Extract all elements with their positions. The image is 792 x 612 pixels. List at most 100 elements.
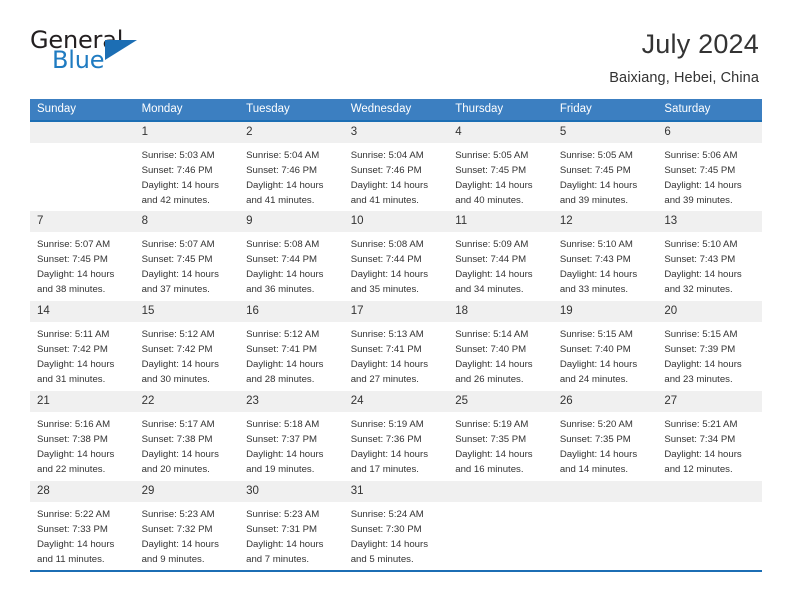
day-details [30,143,135,148]
daylight-text-line2: and 11 minutes. [37,554,105,566]
sunset-text: Sunset: 7:40 PM [559,343,631,355]
day-number: 5 [552,121,658,143]
calendar-day-cell[interactable]: 27 Sunrise: 5:21 AM Sunset: 7:34 PM Dayligh… [657,389,762,480]
daylight-text-line2: and 9 minutes. [141,554,205,566]
sunrise-text: Sunrise: 5:21 AM [664,418,738,430]
daylight-text-line2: and 39 minutes. [664,195,733,207]
calendar-day-cell[interactable]: 2 Sunrise: 5:04 AM Sunset: 7:46 PM Daylight… [239,119,344,210]
day-details: Sunrise: 5:04 AM Sunset: 7:46 PM Daylight:… [239,143,344,209]
calendar-day-cell[interactable]: 23 Sunrise: 5:18 AM Sunset: 7:37 PM Dayligh… [239,389,344,480]
page-title: July 2024 [641,29,759,59]
daylight-text-line2: and 26 minutes. [455,374,524,386]
day-number: 8 [134,210,240,232]
day-number: 25 [448,390,553,412]
sunset-text: Sunset: 7:46 PM [141,164,213,176]
day-details: Sunrise: 5:23 AM Sunset: 7:32 PM Daylight:… [135,502,240,568]
daylight-text-line1: Daylight: 14 hours [246,269,324,280]
calendar-day-cell[interactable]: 30 Sunrise: 5:23 AM Sunset: 7:31 PM Dayligh… [239,479,344,570]
day-number: 29 [134,480,240,502]
calendar-day-cell[interactable]: 14 Sunrise: 5:11 AM Sunset: 7:42 PM Dayligh… [30,299,135,390]
daylight-text-line1: Daylight: 14 hours [455,449,533,460]
sunset-text: Sunset: 7:39 PM [664,343,736,355]
calendar-day-cell[interactable]: 18 Sunrise: 5:14 AM Sunset: 7:40 PM Dayligh… [448,299,553,390]
daylight-text-line1: Daylight: 14 hours [246,180,324,191]
calendar-body: 1 Sunrise: 5:03 AM Sunset: 7:46 PM Daylight… [30,119,762,572]
daylight-text-line2: and 16 minutes. [455,464,524,476]
daylight-text-line1: Daylight: 14 hours [37,359,115,370]
calendar-day-cell[interactable]: 26 Sunrise: 5:20 AM Sunset: 7:35 PM Dayligh… [552,389,658,480]
calendar-bottom-rule [30,569,762,572]
daylight-text-line1: Daylight: 14 hours [350,269,429,280]
day-details: Sunrise: 5:16 AM Sunset: 7:38 PM Daylight:… [30,412,135,478]
daylight-text-line1: Daylight: 14 hours [664,180,742,191]
daylight-text-line2: and 40 minutes. [455,195,524,207]
day-details [657,502,762,507]
sunset-text: Sunset: 7:45 PM [141,253,213,265]
calendar-day-cell[interactable]: 31 Sunrise: 5:24 AM Sunset: 7:30 PM Dayligh… [343,479,449,570]
day-number: 9 [239,210,344,232]
calendar-day-cell[interactable]: 29 Sunrise: 5:23 AM Sunset: 7:32 PM Dayligh… [134,479,240,570]
sunset-text: Sunset: 7:45 PM [455,164,527,176]
day-number: 12 [552,210,658,232]
calendar-week-row: 1 Sunrise: 5:03 AM Sunset: 7:46 PM Daylight… [30,119,762,210]
calendar-bottom-rule-row [30,569,762,572]
day-number: 26 [552,390,658,412]
calendar-day-cell[interactable]: 6 Sunrise: 5:06 AM Sunset: 7:45 PM Daylight… [657,119,762,210]
daylight-text-line1: Daylight: 14 hours [37,269,115,280]
calendar-day-cell[interactable]: 13 Sunrise: 5:10 AM Sunset: 7:43 PM Dayligh… [657,209,762,300]
calendar-day-cell[interactable]: 21 Sunrise: 5:16 AM Sunset: 7:38 PM Dayligh… [30,389,135,480]
calendar-day-cell[interactable]: 4 Sunrise: 5:05 AM Sunset: 7:45 PM Daylight… [448,119,553,210]
day-details: Sunrise: 5:06 AM Sunset: 7:45 PM Daylight:… [657,143,762,209]
calendar-day-cell[interactable]: 1 Sunrise: 5:03 AM Sunset: 7:46 PM Daylight… [134,119,240,210]
daylight-text-line2: and 41 minutes. [246,195,315,207]
calendar-day-cell[interactable]: 11 Sunrise: 5:09 AM Sunset: 7:44 PM Dayligh… [448,209,553,300]
sunset-text: Sunset: 7:40 PM [455,343,527,355]
weekday-header-friday: Friday [552,98,658,120]
sunset-text: Sunset: 7:35 PM [559,433,631,445]
calendar-day-cell[interactable]: 5 Sunrise: 5:05 AM Sunset: 7:45 PM Daylight… [552,119,658,210]
calendar-day-cell[interactable]: 10 Sunrise: 5:08 AM Sunset: 7:44 PM Dayligh… [343,209,449,300]
daylight-text-line1: Daylight: 14 hours [559,269,638,280]
calendar-day-cell[interactable]: 24 Sunrise: 5:19 AM Sunset: 7:36 PM Dayligh… [343,389,449,480]
day-details: Sunrise: 5:20 AM Sunset: 7:35 PM Daylight:… [553,412,658,478]
calendar-day-cell[interactable]: 16 Sunrise: 5:12 AM Sunset: 7:41 PM Dayligh… [239,299,344,390]
day-number [30,121,135,143]
brand-logo[interactable]: General Blue [30,28,145,78]
calendar-day-cell[interactable]: 28 Sunrise: 5:22 AM Sunset: 7:33 PM Dayligh… [30,479,135,570]
day-number: 13 [657,210,762,232]
daylight-text-line2: and 5 minutes. [350,554,414,566]
sunrise-text: Sunrise: 5:23 AM [246,508,320,520]
daylight-text-line1: Daylight: 14 hours [350,359,429,370]
daylight-text-line1: Daylight: 14 hours [559,449,638,460]
calendar-day-cell[interactable]: 3 Sunrise: 5:04 AM Sunset: 7:46 PM Daylight… [343,119,449,210]
day-details: Sunrise: 5:12 AM Sunset: 7:42 PM Daylight:… [135,322,240,388]
daylight-text-line1: Daylight: 14 hours [246,449,324,460]
calendar-day-cell[interactable]: 25 Sunrise: 5:19 AM Sunset: 7:35 PM Dayligh… [448,389,553,480]
calendar-day-cell[interactable]: 15 Sunrise: 5:12 AM Sunset: 7:42 PM Dayligh… [134,299,240,390]
calendar-day-cell[interactable]: 17 Sunrise: 5:13 AM Sunset: 7:41 PM Dayligh… [343,299,449,390]
calendar-day-cell[interactable]: 20 Sunrise: 5:15 AM Sunset: 7:39 PM Dayligh… [657,299,762,390]
calendar-day-cell[interactable]: 12 Sunrise: 5:10 AM Sunset: 7:43 PM Dayligh… [552,209,658,300]
sunset-text: Sunset: 7:45 PM [37,253,108,265]
calendar-day-cell[interactable]: 7 Sunrise: 5:07 AM Sunset: 7:45 PM Daylight… [30,209,135,300]
calendar-day-cell[interactable]: 9 Sunrise: 5:08 AM Sunset: 7:44 PM Daylight… [239,209,344,300]
day-details [553,502,658,507]
weekday-header-tuesday: Tuesday [239,98,344,120]
daylight-text-line1: Daylight: 14 hours [455,269,533,280]
calendar-header-row: Sunday Monday Tuesday Wednesday Thursday… [30,98,762,120]
day-number: 15 [134,300,240,322]
sunset-text: Sunset: 7:42 PM [37,343,108,355]
calendar-week-row: 14 Sunrise: 5:11 AM Sunset: 7:42 PM Dayligh… [30,299,762,390]
daylight-text-line2: and 30 minutes. [141,374,210,386]
daylight-text-line2: and 37 minutes. [141,284,210,296]
calendar-day-cell[interactable]: 22 Sunrise: 5:17 AM Sunset: 7:38 PM Dayligh… [134,389,240,480]
sunrise-text: Sunrise: 5:03 AM [141,149,215,161]
calendar-day-cell[interactable]: 8 Sunrise: 5:07 AM Sunset: 7:45 PM Daylight… [134,209,240,300]
sunrise-text: Sunrise: 5:12 AM [246,328,320,340]
sunrise-text: Sunrise: 5:12 AM [141,328,215,340]
daylight-text-line1: Daylight: 14 hours [455,359,533,370]
daylight-text-line2: and 38 minutes. [37,284,106,296]
day-number: 27 [657,390,762,412]
sunset-text: Sunset: 7:43 PM [664,253,736,265]
calendar-day-cell[interactable]: 19 Sunrise: 5:15 AM Sunset: 7:40 PM Dayligh… [552,299,658,390]
